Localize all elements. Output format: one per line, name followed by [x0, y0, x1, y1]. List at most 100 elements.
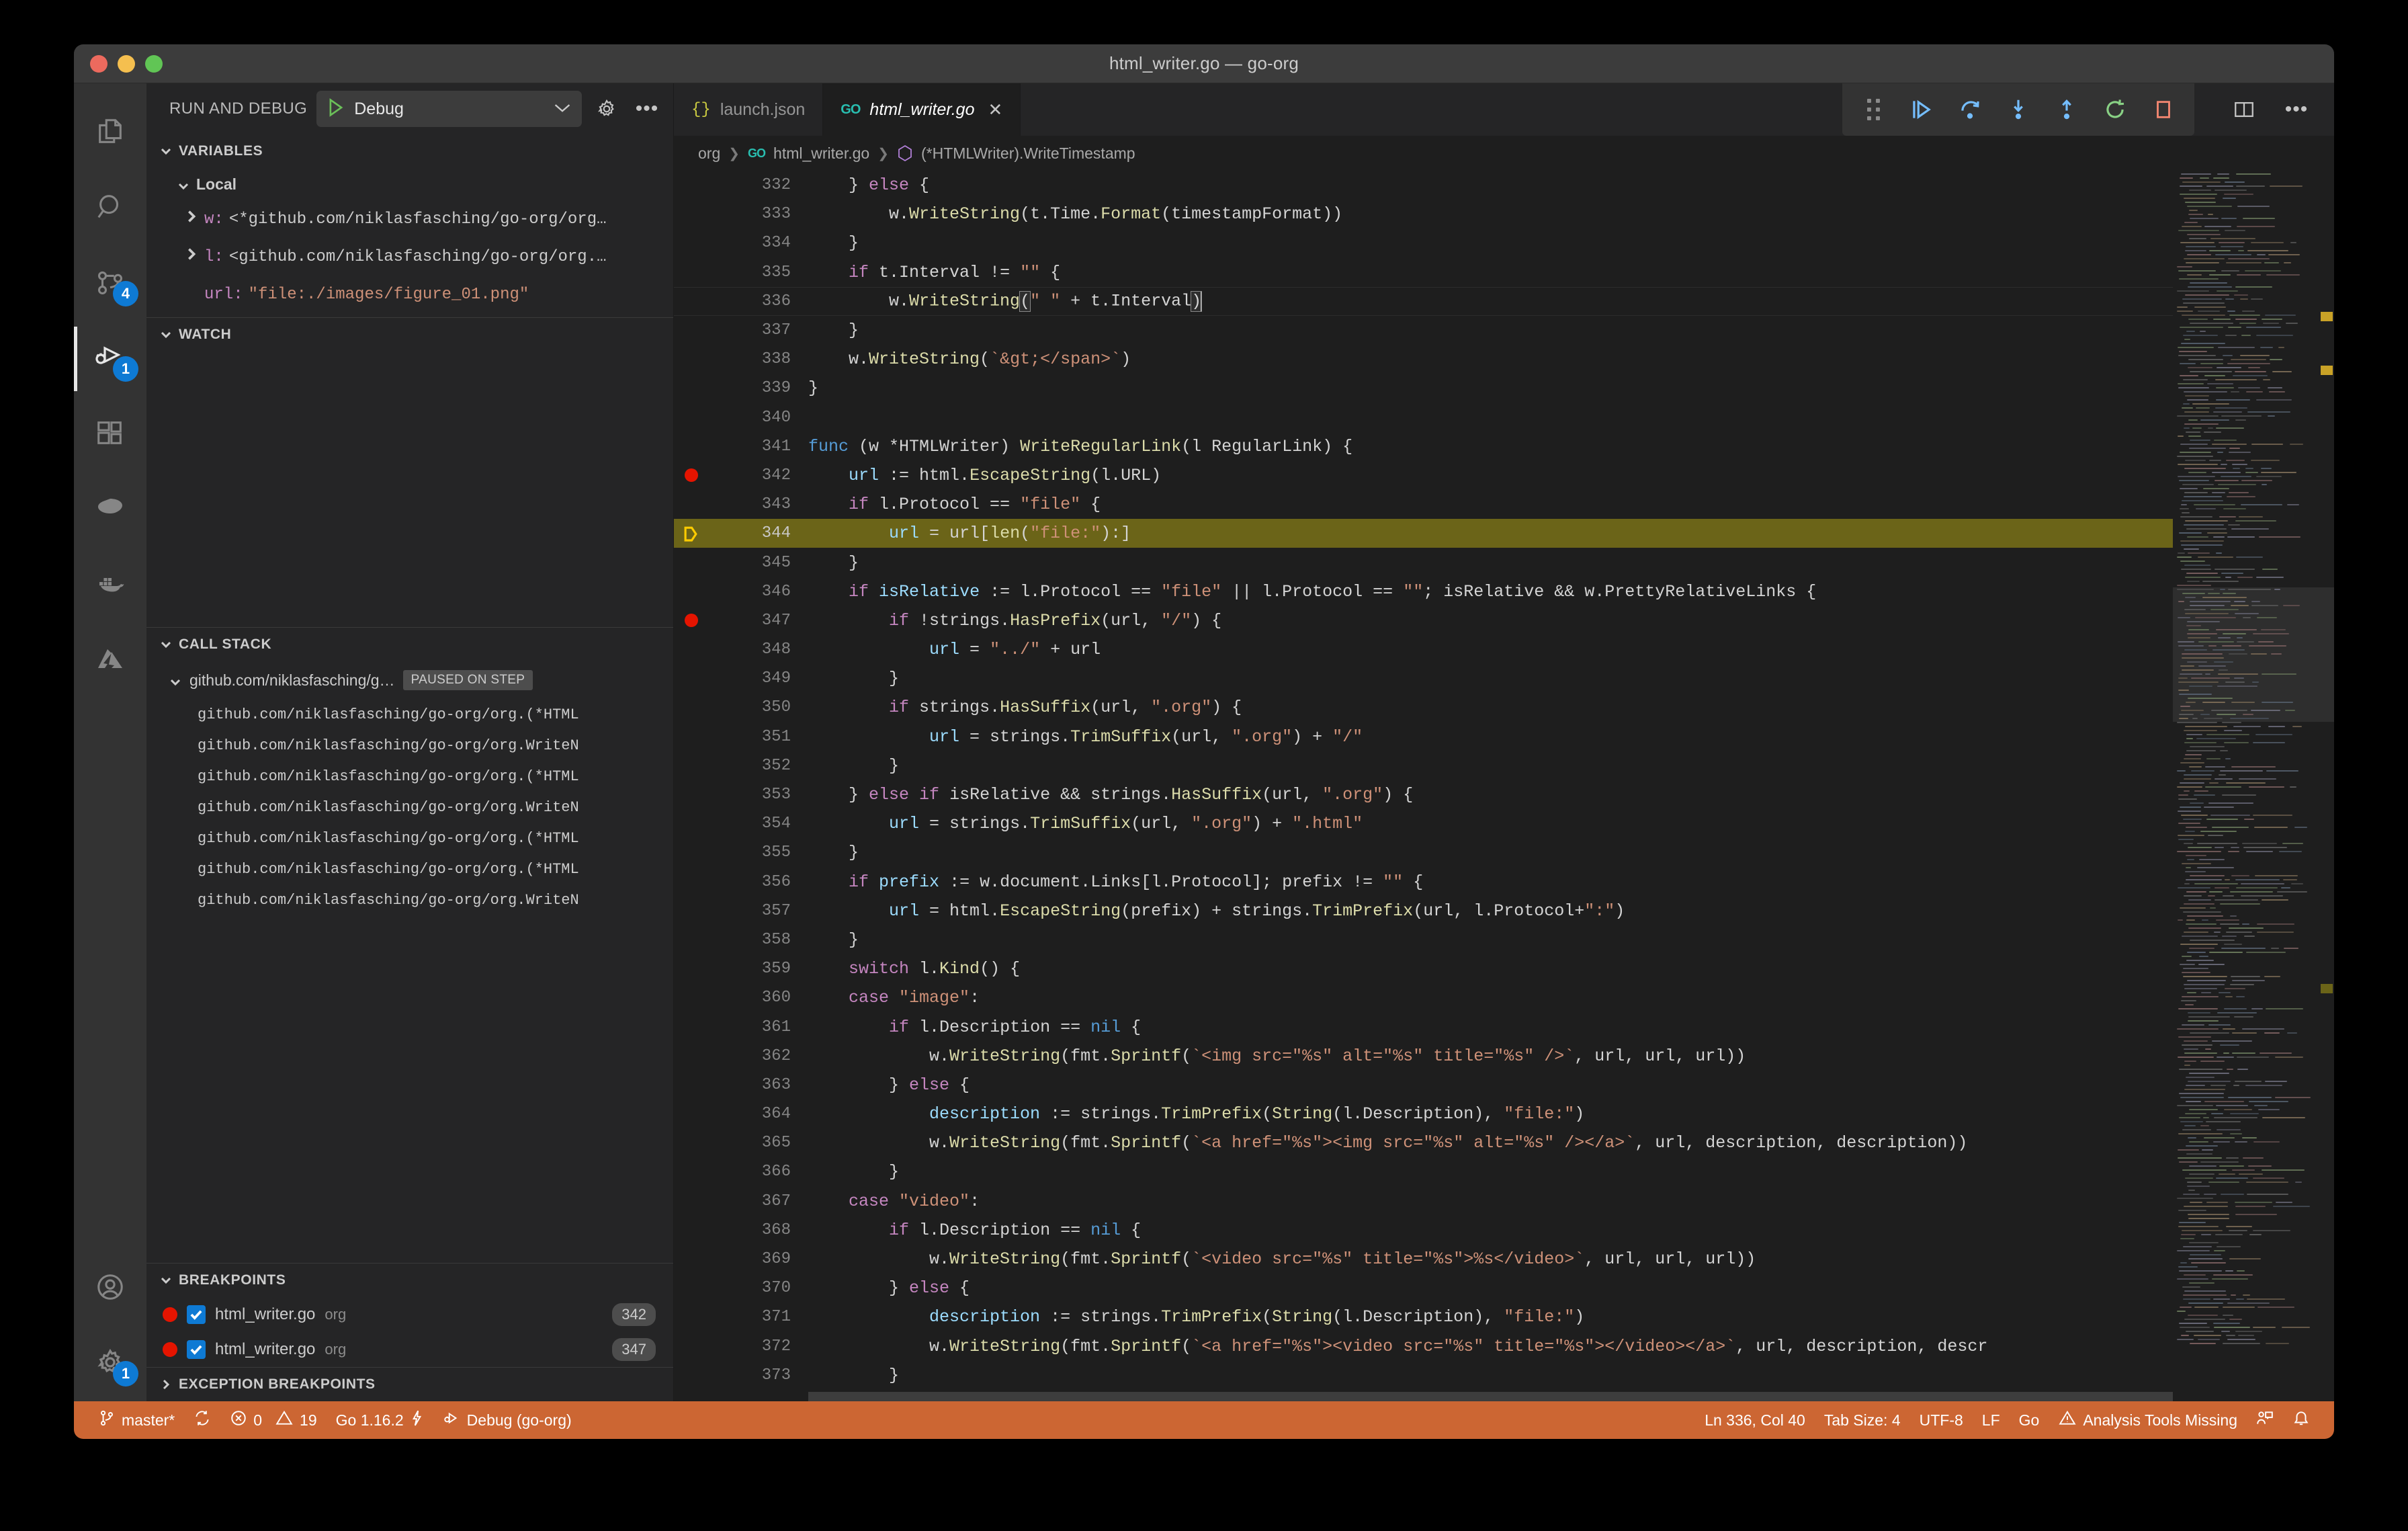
tab-launch-json[interactable]: {} launch.json	[674, 83, 823, 136]
code-line[interactable]: 352 }	[674, 751, 2173, 780]
breakpoint-checkbox[interactable]	[187, 1340, 206, 1359]
code-line[interactable]: 365 w.WriteString(fmt.Sprintf(`<a href="…	[674, 1128, 2173, 1157]
breadcrumb-item-folder[interactable]: org	[698, 144, 720, 163]
line-number[interactable]: 345	[674, 554, 808, 572]
call-stack-frame[interactable]: github.com/niklasfasching/go-org/org.Wri…	[146, 884, 673, 915]
window-controls[interactable]	[74, 55, 163, 73]
code-line[interactable]: 356 if prefix := w.document.Links[l.Prot…	[674, 868, 2173, 897]
code-line[interactable]: 364 description := strings.TrimPrefix(St…	[674, 1100, 2173, 1128]
line-number[interactable]: 343	[674, 495, 808, 513]
code-line[interactable]: 338 w.WriteString(`&gt;</span>`)	[674, 345, 2173, 374]
activity-extensions[interactable]	[74, 397, 146, 472]
status-branch[interactable]: master*	[89, 1401, 184, 1439]
code-lines-container[interactable]: 332 } else {333 w.WriteString(t.Time.For…	[674, 171, 2173, 1401]
code-line[interactable]: 348 url = "../" + url	[674, 635, 2173, 664]
code-line[interactable]: 344 url = url[len("file:"):]	[674, 519, 2173, 548]
line-number[interactable]: 355	[674, 843, 808, 862]
continue-button[interactable]	[1897, 85, 1946, 134]
variables-scope-local[interactable]: Local	[146, 168, 673, 200]
close-window-button[interactable]	[90, 55, 108, 73]
line-number[interactable]: 352	[674, 757, 808, 775]
split-editor-button[interactable]	[2220, 85, 2268, 134]
line-number[interactable]: 333	[674, 205, 808, 223]
line-number[interactable]: 354	[674, 815, 808, 833]
line-number[interactable]: 349	[674, 669, 808, 688]
status-debug-session[interactable]: Debug (go-org)	[433, 1401, 581, 1439]
code-line[interactable]: 347 if !strings.HasPrefix(url, "/") {	[674, 606, 2173, 635]
code-line[interactable]: 346 if isRelative := l.Protocol == "file…	[674, 577, 2173, 606]
status-sync[interactable]	[184, 1401, 220, 1439]
status-language-mode[interactable]: Go	[2010, 1401, 2049, 1439]
code-line[interactable]: 360 case "image":	[674, 983, 2173, 1012]
line-number[interactable]: 356	[674, 873, 808, 891]
code-line[interactable]: 340	[674, 403, 2173, 432]
line-number[interactable]: 340	[674, 409, 808, 427]
section-header-variables[interactable]: VARIABLES	[146, 134, 673, 168]
call-stack-frame[interactable]: github.com/niklasfasching/go-org/org.(*H…	[146, 761, 673, 792]
line-number[interactable]: 358	[674, 931, 808, 949]
line-number[interactable]: 339	[674, 379, 808, 397]
activity-source-control[interactable]: 4	[74, 246, 146, 321]
minimap[interactable]	[2173, 171, 2334, 1401]
line-number[interactable]: 372	[674, 1337, 808, 1356]
line-number[interactable]: 336	[674, 292, 808, 311]
variable-row[interactable]: l: <github.com/niklasfasching/go-org/org…	[146, 238, 673, 276]
line-number[interactable]: 359	[674, 960, 808, 978]
line-number[interactable]: 365	[674, 1134, 808, 1152]
code-line[interactable]: 349 }	[674, 664, 2173, 693]
section-header-call-stack[interactable]: CALL STACK	[146, 628, 673, 661]
horizontal-scrollbar[interactable]	[808, 1392, 2173, 1401]
step-over-button[interactable]	[1946, 85, 1994, 134]
activity-explorer[interactable]	[74, 95, 146, 171]
breadcrumb-item-symbol[interactable]: (*HTMLWriter).WriteTimestamp	[921, 144, 1135, 163]
line-number[interactable]: 341	[674, 438, 808, 456]
status-notifications[interactable]	[2283, 1401, 2319, 1439]
line-number[interactable]: 370	[674, 1279, 808, 1297]
debug-configuration-select[interactable]: Debug	[316, 91, 582, 127]
line-number[interactable]: 332	[674, 176, 808, 194]
step-into-button[interactable]	[1994, 85, 2042, 134]
activity-accounts[interactable]	[74, 1251, 146, 1326]
code-line[interactable]: 371 description := strings.TrimPrefix(St…	[674, 1302, 2173, 1331]
section-header-watch[interactable]: WATCH	[146, 318, 673, 351]
call-stack-frame[interactable]: github.com/niklasfasching/go-org/org.(*H…	[146, 854, 673, 884]
line-number[interactable]: 362	[674, 1047, 808, 1065]
code-line[interactable]: 361 if l.Description == nil {	[674, 1012, 2173, 1041]
line-number[interactable]: 373	[674, 1366, 808, 1384]
code-line[interactable]: 354 url = strings.TrimSuffix(url, ".org"…	[674, 809, 2173, 838]
breakpoint-checkbox[interactable]	[187, 1305, 206, 1324]
line-number[interactable]: 335	[674, 263, 808, 282]
section-header-breakpoints[interactable]: BREAKPOINTS	[146, 1264, 673, 1297]
code-line[interactable]: 342 url := html.EscapeString(l.URL)	[674, 461, 2173, 490]
line-number[interactable]: 350	[674, 698, 808, 716]
code-line[interactable]: 368 if l.Description == nil {	[674, 1216, 2173, 1245]
activity-manage[interactable]: 1	[74, 1326, 146, 1401]
line-number[interactable]: 360	[674, 989, 808, 1007]
code-line[interactable]: 339}	[674, 374, 2173, 403]
tab-html-writer-go[interactable]: GO html_writer.go ✕	[823, 83, 1021, 136]
code-line[interactable]: 362 w.WriteString(fmt.Sprintf(`<img src=…	[674, 1042, 2173, 1071]
breakpoint-dot-icon[interactable]	[685, 468, 698, 482]
minimize-window-button[interactable]	[118, 55, 135, 73]
line-number[interactable]: 369	[674, 1250, 808, 1268]
variable-row[interactable]: url: "file:./images/figure_01.png"	[146, 276, 673, 313]
stop-button[interactable]	[2139, 85, 2188, 134]
code-line[interactable]: 332 } else {	[674, 171, 2173, 200]
line-number[interactable]: 334	[674, 234, 808, 252]
open-launch-config-button[interactable]	[591, 93, 622, 124]
code-line[interactable]: 366 }	[674, 1157, 2173, 1186]
code-line[interactable]: 336 w.WriteString(" " + t.Interval)	[674, 287, 2173, 316]
line-number[interactable]: 371	[674, 1308, 808, 1326]
line-number[interactable]: 344	[674, 524, 808, 542]
activity-search[interactable]	[74, 171, 146, 246]
call-stack-frame[interactable]: github.com/niklasfasching/go-org/org.Wri…	[146, 792, 673, 823]
status-problems[interactable]: 0 19	[220, 1401, 326, 1439]
code-line[interactable]: 353 } else if isRelative && strings.HasS…	[674, 780, 2173, 809]
line-number[interactable]: 348	[674, 640, 808, 659]
status-feedback[interactable]	[2247, 1401, 2283, 1439]
activity-docker[interactable]	[74, 547, 146, 622]
line-number[interactable]: 346	[674, 583, 808, 601]
step-out-button[interactable]	[2042, 85, 2091, 134]
activity-galaxy[interactable]	[74, 472, 146, 547]
line-number[interactable]: 337	[674, 321, 808, 339]
